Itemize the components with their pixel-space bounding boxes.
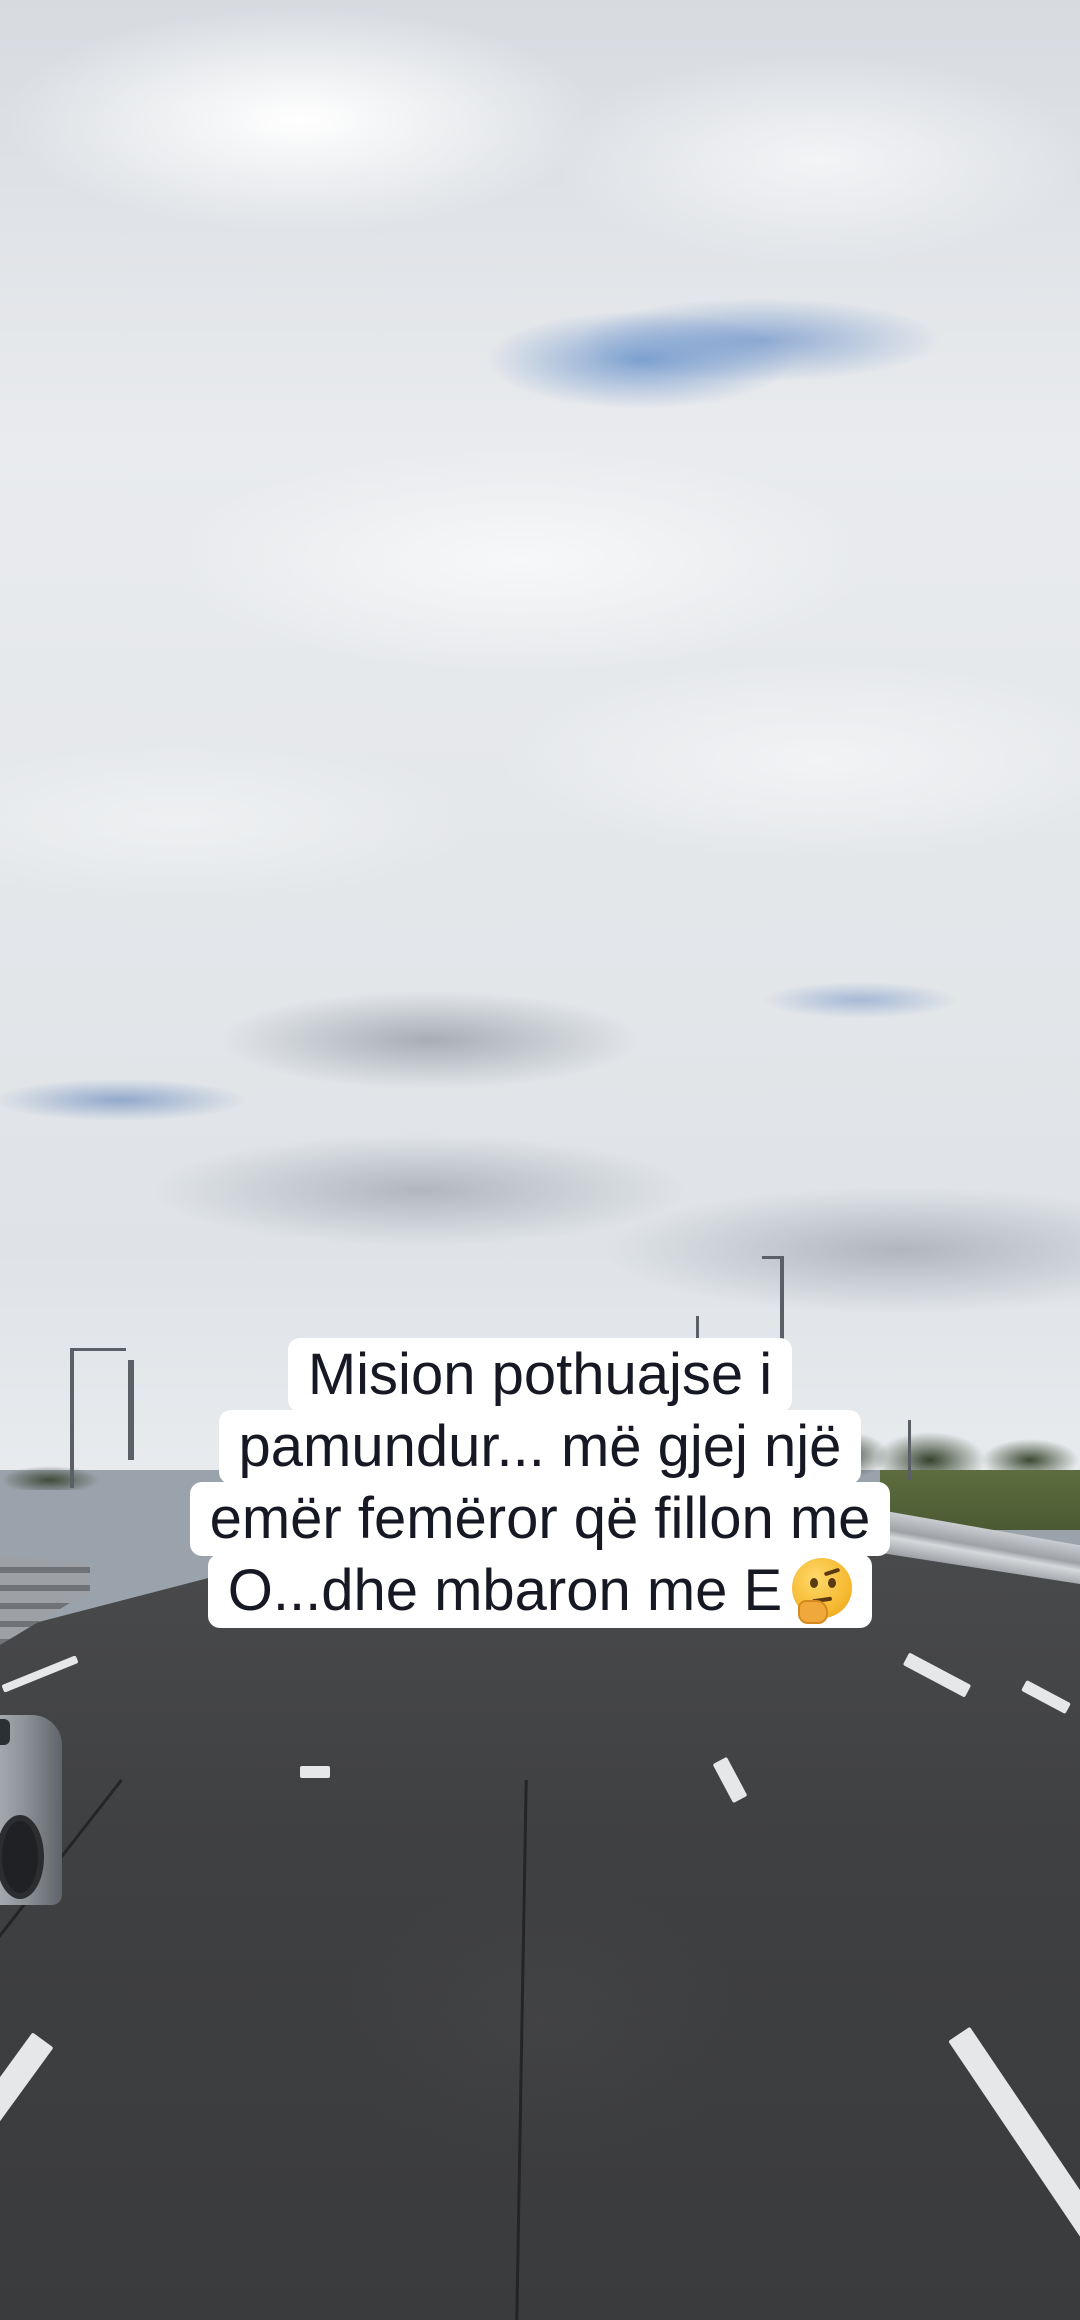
caption-line-4-text: O...dhe mbaron me E [227, 1558, 783, 1623]
highway-road [0, 1520, 1080, 2320]
car-wheel [0, 1815, 44, 1899]
video-frame[interactable]: Mision pothuajse i pamundur... më gjej n… [0, 0, 1080, 2320]
caption-line-3: emër femëror që fillon me [189, 1482, 891, 1556]
caption-line-2: pamundur... më gjej një [218, 1410, 862, 1484]
video-caption: Mision pothuajse i pamundur... më gjej n… [0, 1338, 1080, 1628]
cloudy-sky [0, 0, 1080, 1470]
passing-car [0, 1715, 62, 1905]
lane-marking [300, 1766, 330, 1778]
caption-line-1: Mision pothuajse i [287, 1338, 793, 1412]
thinking-face-icon [792, 1558, 853, 1624]
caption-line-4: O...dhe mbaron me E [207, 1554, 873, 1628]
car-mirror [0, 1719, 10, 1745]
